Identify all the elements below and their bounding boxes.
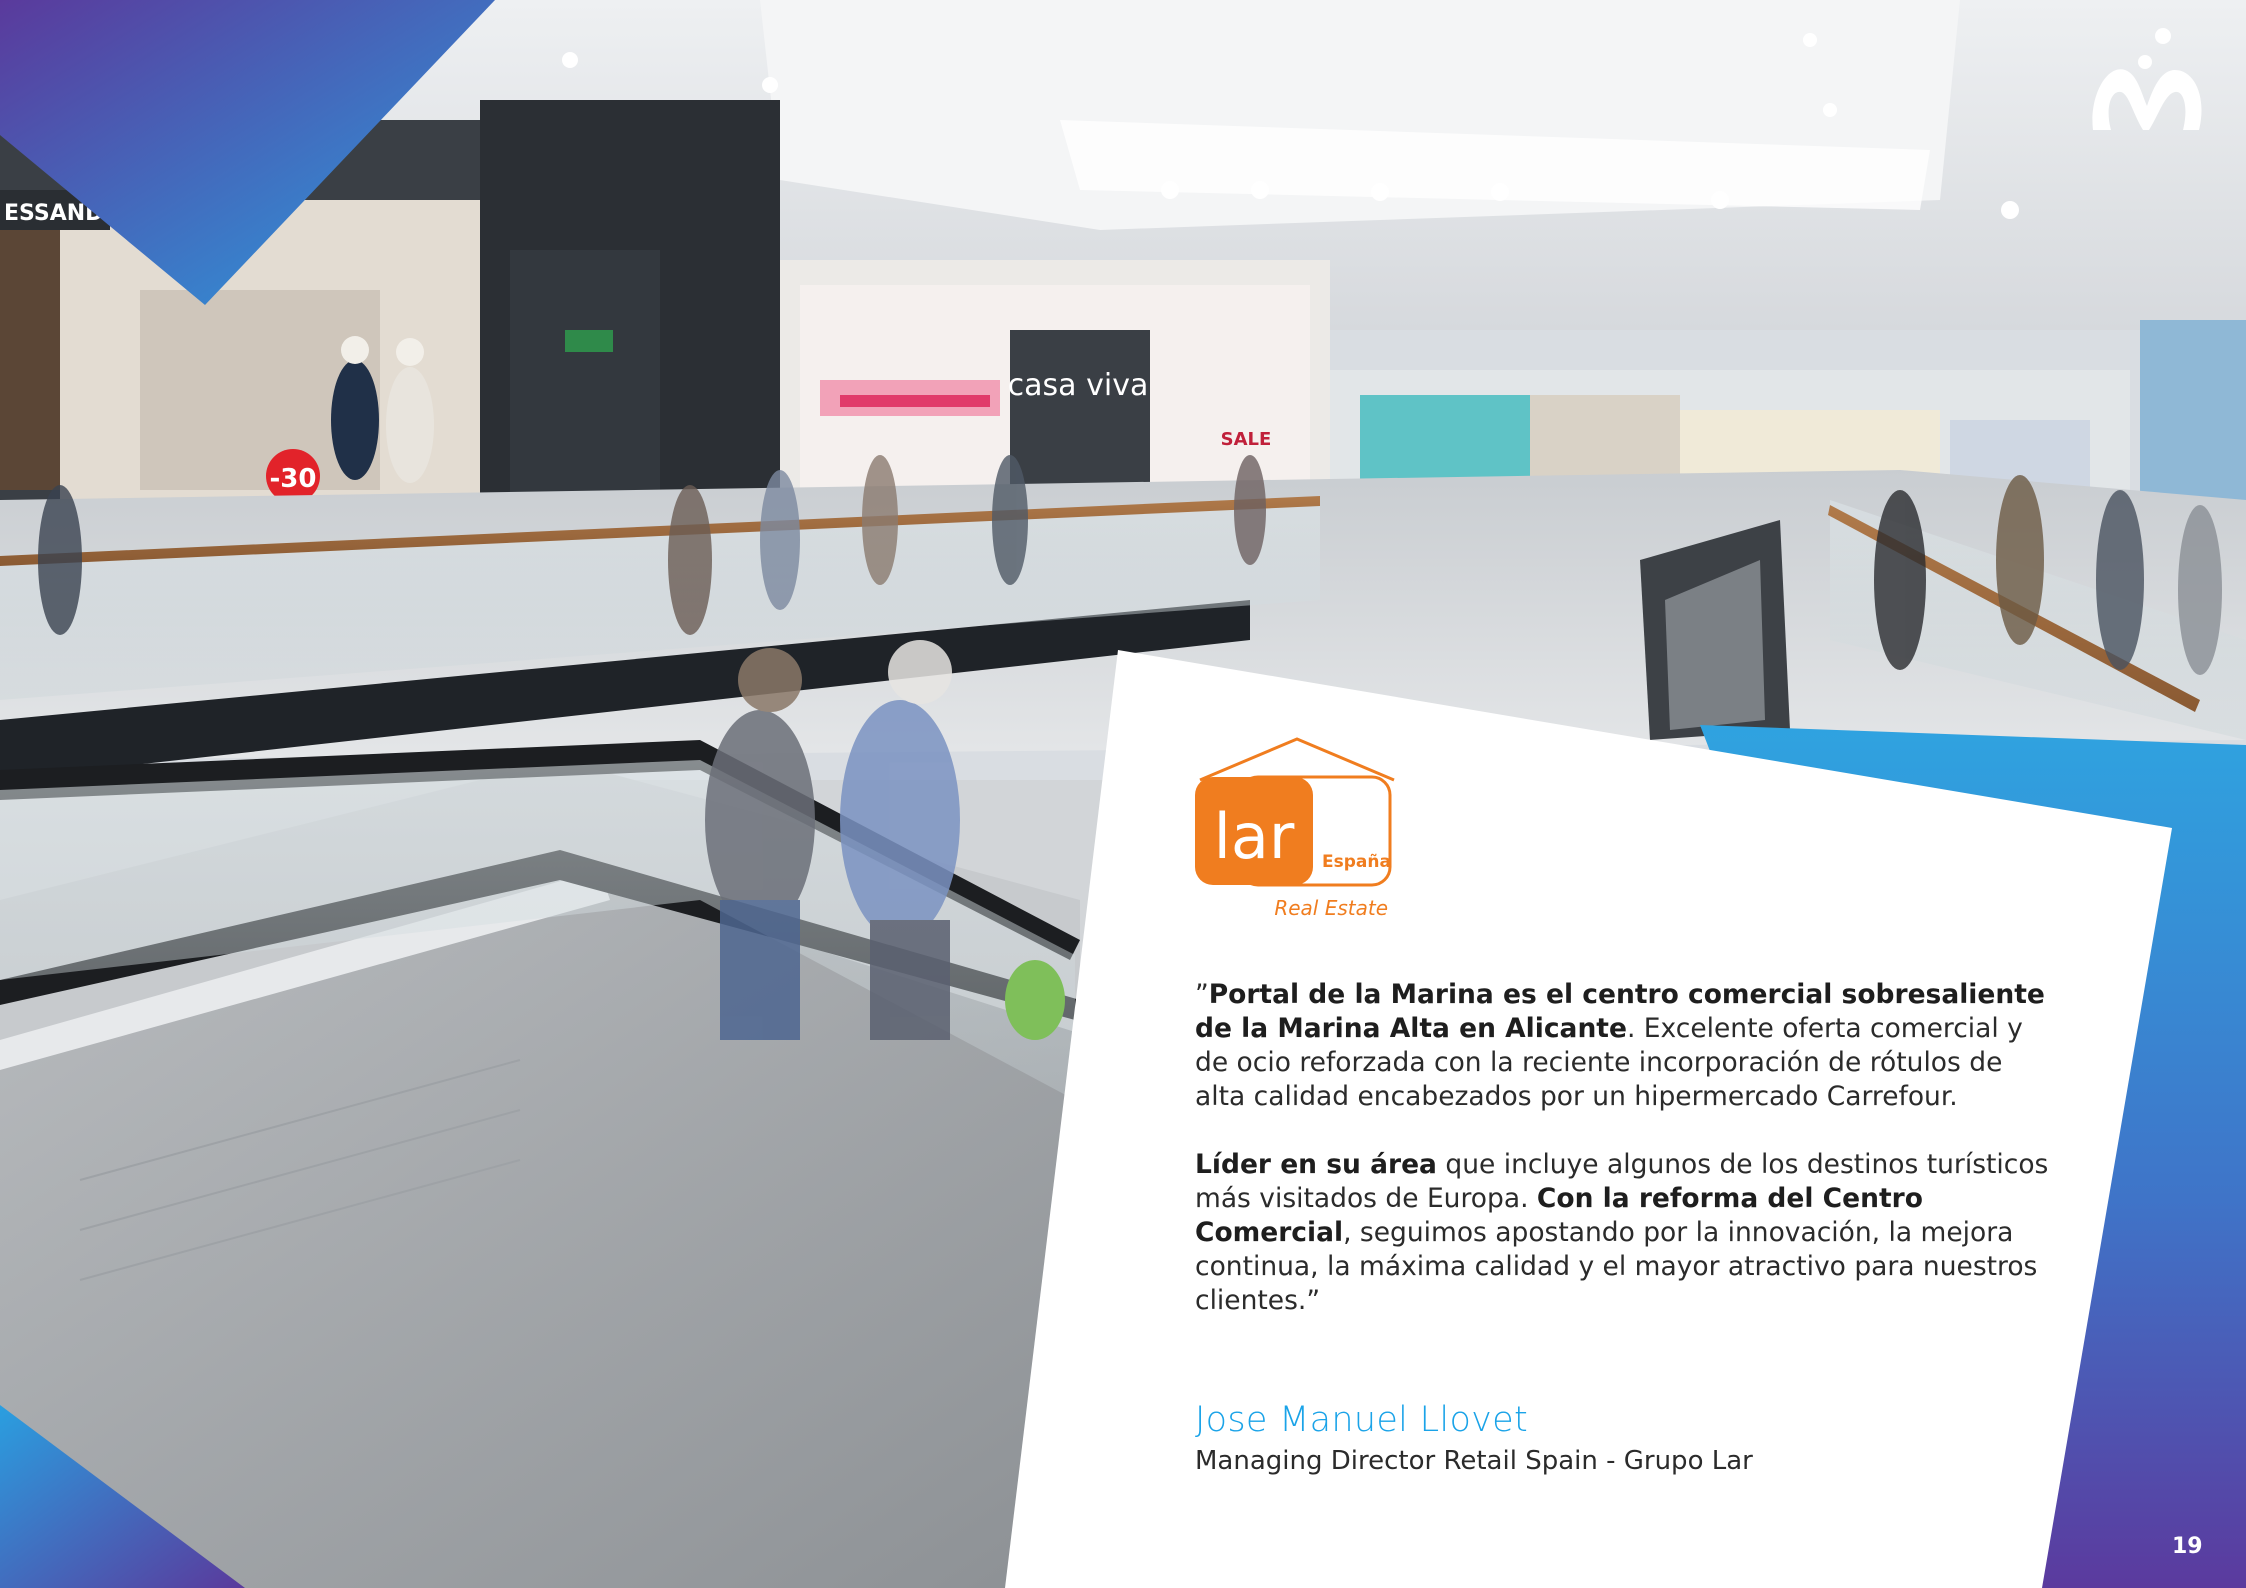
testimonial-quote: ”Portal de la Marina es el centro comerc… [1195,978,2055,1352]
quote-paragraph-1: ”Portal de la Marina es el centro comerc… [1195,978,2055,1114]
brochure-page: -30 ESSANDR casa viva SALE lar España Re… [0,0,2246,1588]
quote-p2-bold-1: Líder en su área [1195,1149,1437,1180]
quote-open-mark: ” [1195,979,1209,1010]
quote-paragraph-2: Líder en su área que incluye algunos de … [1195,1148,2055,1318]
author-role: Managing Director Retail Spain - Grupo L… [1195,1446,1753,1476]
author-name: Jose Manuel Llovet [1195,1400,1529,1440]
lar-wordmark: lar [1214,800,1295,873]
page-number: 19 [2172,1534,2203,1559]
lar-espana-logo: lar España Real Estate [1195,737,1395,920]
lar-country: España [1322,852,1391,872]
lar-tagline: Real Estate [1274,896,1388,920]
mall-brand-logo-icon [2092,28,2202,130]
